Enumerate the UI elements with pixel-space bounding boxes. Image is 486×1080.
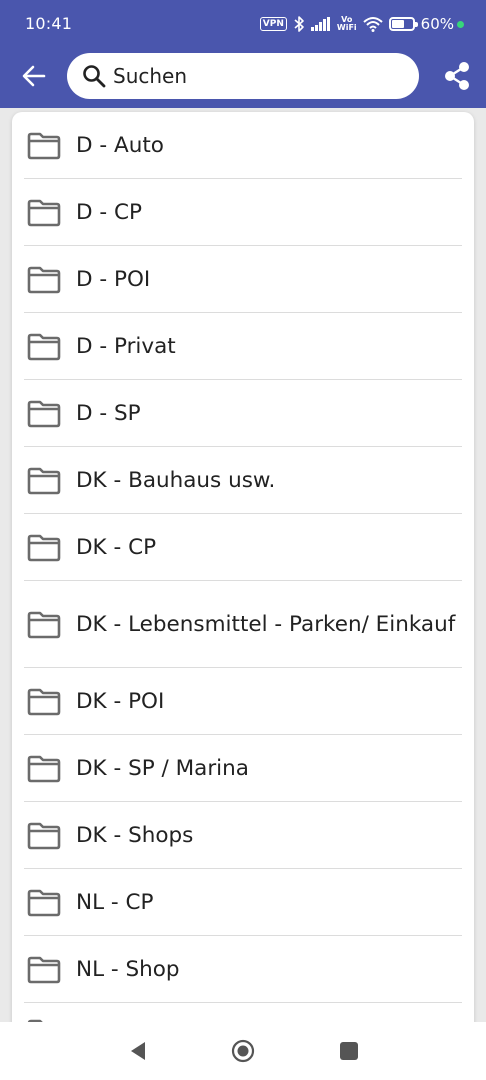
list-item[interactable]: DK - SP / Marina <box>12 735 474 802</box>
bluetooth-icon <box>294 16 304 32</box>
list-item[interactable]: NL - Shop <box>12 936 474 1003</box>
folder-icon <box>27 688 61 715</box>
folder-icon <box>27 333 61 360</box>
folder-icon <box>27 889 61 916</box>
folder-icon <box>27 400 61 427</box>
list-item[interactable]: DK - Shops <box>12 802 474 869</box>
signal-icon <box>310 17 330 31</box>
folder-label: DK - Bauhaus usw. <box>76 467 276 493</box>
folder-label: NL - Shop <box>76 956 180 982</box>
folder-label: D - Auto <box>76 132 164 158</box>
vpn-icon: VPN <box>259 17 287 31</box>
system-nav-bar <box>0 1022 486 1080</box>
folder-icon <box>27 611 61 638</box>
wifi-icon <box>362 17 383 32</box>
charging-dot <box>457 20 464 28</box>
nav-back-icon[interactable] <box>127 1040 149 1062</box>
list-item[interactable]: D - POI <box>12 246 474 313</box>
folder-label: DK - Lebensmittel - Parken/ Einkauf <box>76 611 456 637</box>
back-arrow-icon[interactable] <box>20 62 48 90</box>
list-item[interactable]: D - Auto <box>12 112 474 179</box>
list-item[interactable]: NL - CP <box>12 869 474 936</box>
folder-icon <box>27 266 61 293</box>
folder-label: D - CP <box>76 199 142 225</box>
folder-label: D - Privat <box>76 333 176 359</box>
folder-label: DK - Shops <box>76 822 194 848</box>
list-item[interactable]: DK - CP <box>12 514 474 581</box>
list-item[interactable]: DK - POI <box>12 668 474 735</box>
folder-label: DK - SP / Marina <box>76 755 249 781</box>
folder-label: D - POI <box>76 266 151 292</box>
folder-label: NL - CP <box>76 889 154 915</box>
vowifi-icon: Vo WiFi <box>337 16 357 32</box>
folder-icon <box>27 534 61 561</box>
status-time: 10:41 <box>25 14 73 33</box>
share-icon[interactable] <box>442 60 472 92</box>
battery-percent: 60% <box>420 15 454 33</box>
search-input[interactable] <box>113 64 393 88</box>
list-item[interactable]: DK - Bauhaus usw. <box>12 447 474 514</box>
vowifi-bottom-text: WiFi <box>336 23 357 32</box>
folder-label: DK - POI <box>76 688 165 714</box>
nav-recents-icon[interactable] <box>340 1042 358 1060</box>
battery-fill <box>391 20 404 28</box>
folder-list: D - Auto D - CP D - POI D - Privat D - SP DK … <box>12 112 474 1032</box>
battery-icon <box>388 17 418 31</box>
search-icon <box>83 65 106 88</box>
folder-icon <box>27 755 61 782</box>
status-icons: VPN Vo WiFi 60% <box>259 12 464 36</box>
folder-icon <box>27 199 61 226</box>
list-item[interactable]: D - CP <box>12 179 474 246</box>
folder-icon <box>27 132 61 159</box>
folder-label: DK - CP <box>76 534 157 560</box>
app-bar: 10:41 VPN Vo WiFi 60% Suchen <box>0 0 486 108</box>
list-item[interactable]: D - Privat <box>12 313 474 380</box>
list-item[interactable]: D - SP <box>12 380 474 447</box>
status-bar: 10:41 VPN Vo WiFi 60% <box>0 0 486 48</box>
folder-icon <box>27 822 61 849</box>
search-bar[interactable] <box>67 53 419 99</box>
list-item[interactable]: DK - Lebensmittel - Parken/ Einkauf <box>12 581 474 668</box>
folder-label: D - SP <box>76 400 141 426</box>
folder-icon <box>27 467 61 494</box>
folder-icon <box>27 956 61 983</box>
nav-home-icon[interactable] <box>231 1039 255 1063</box>
